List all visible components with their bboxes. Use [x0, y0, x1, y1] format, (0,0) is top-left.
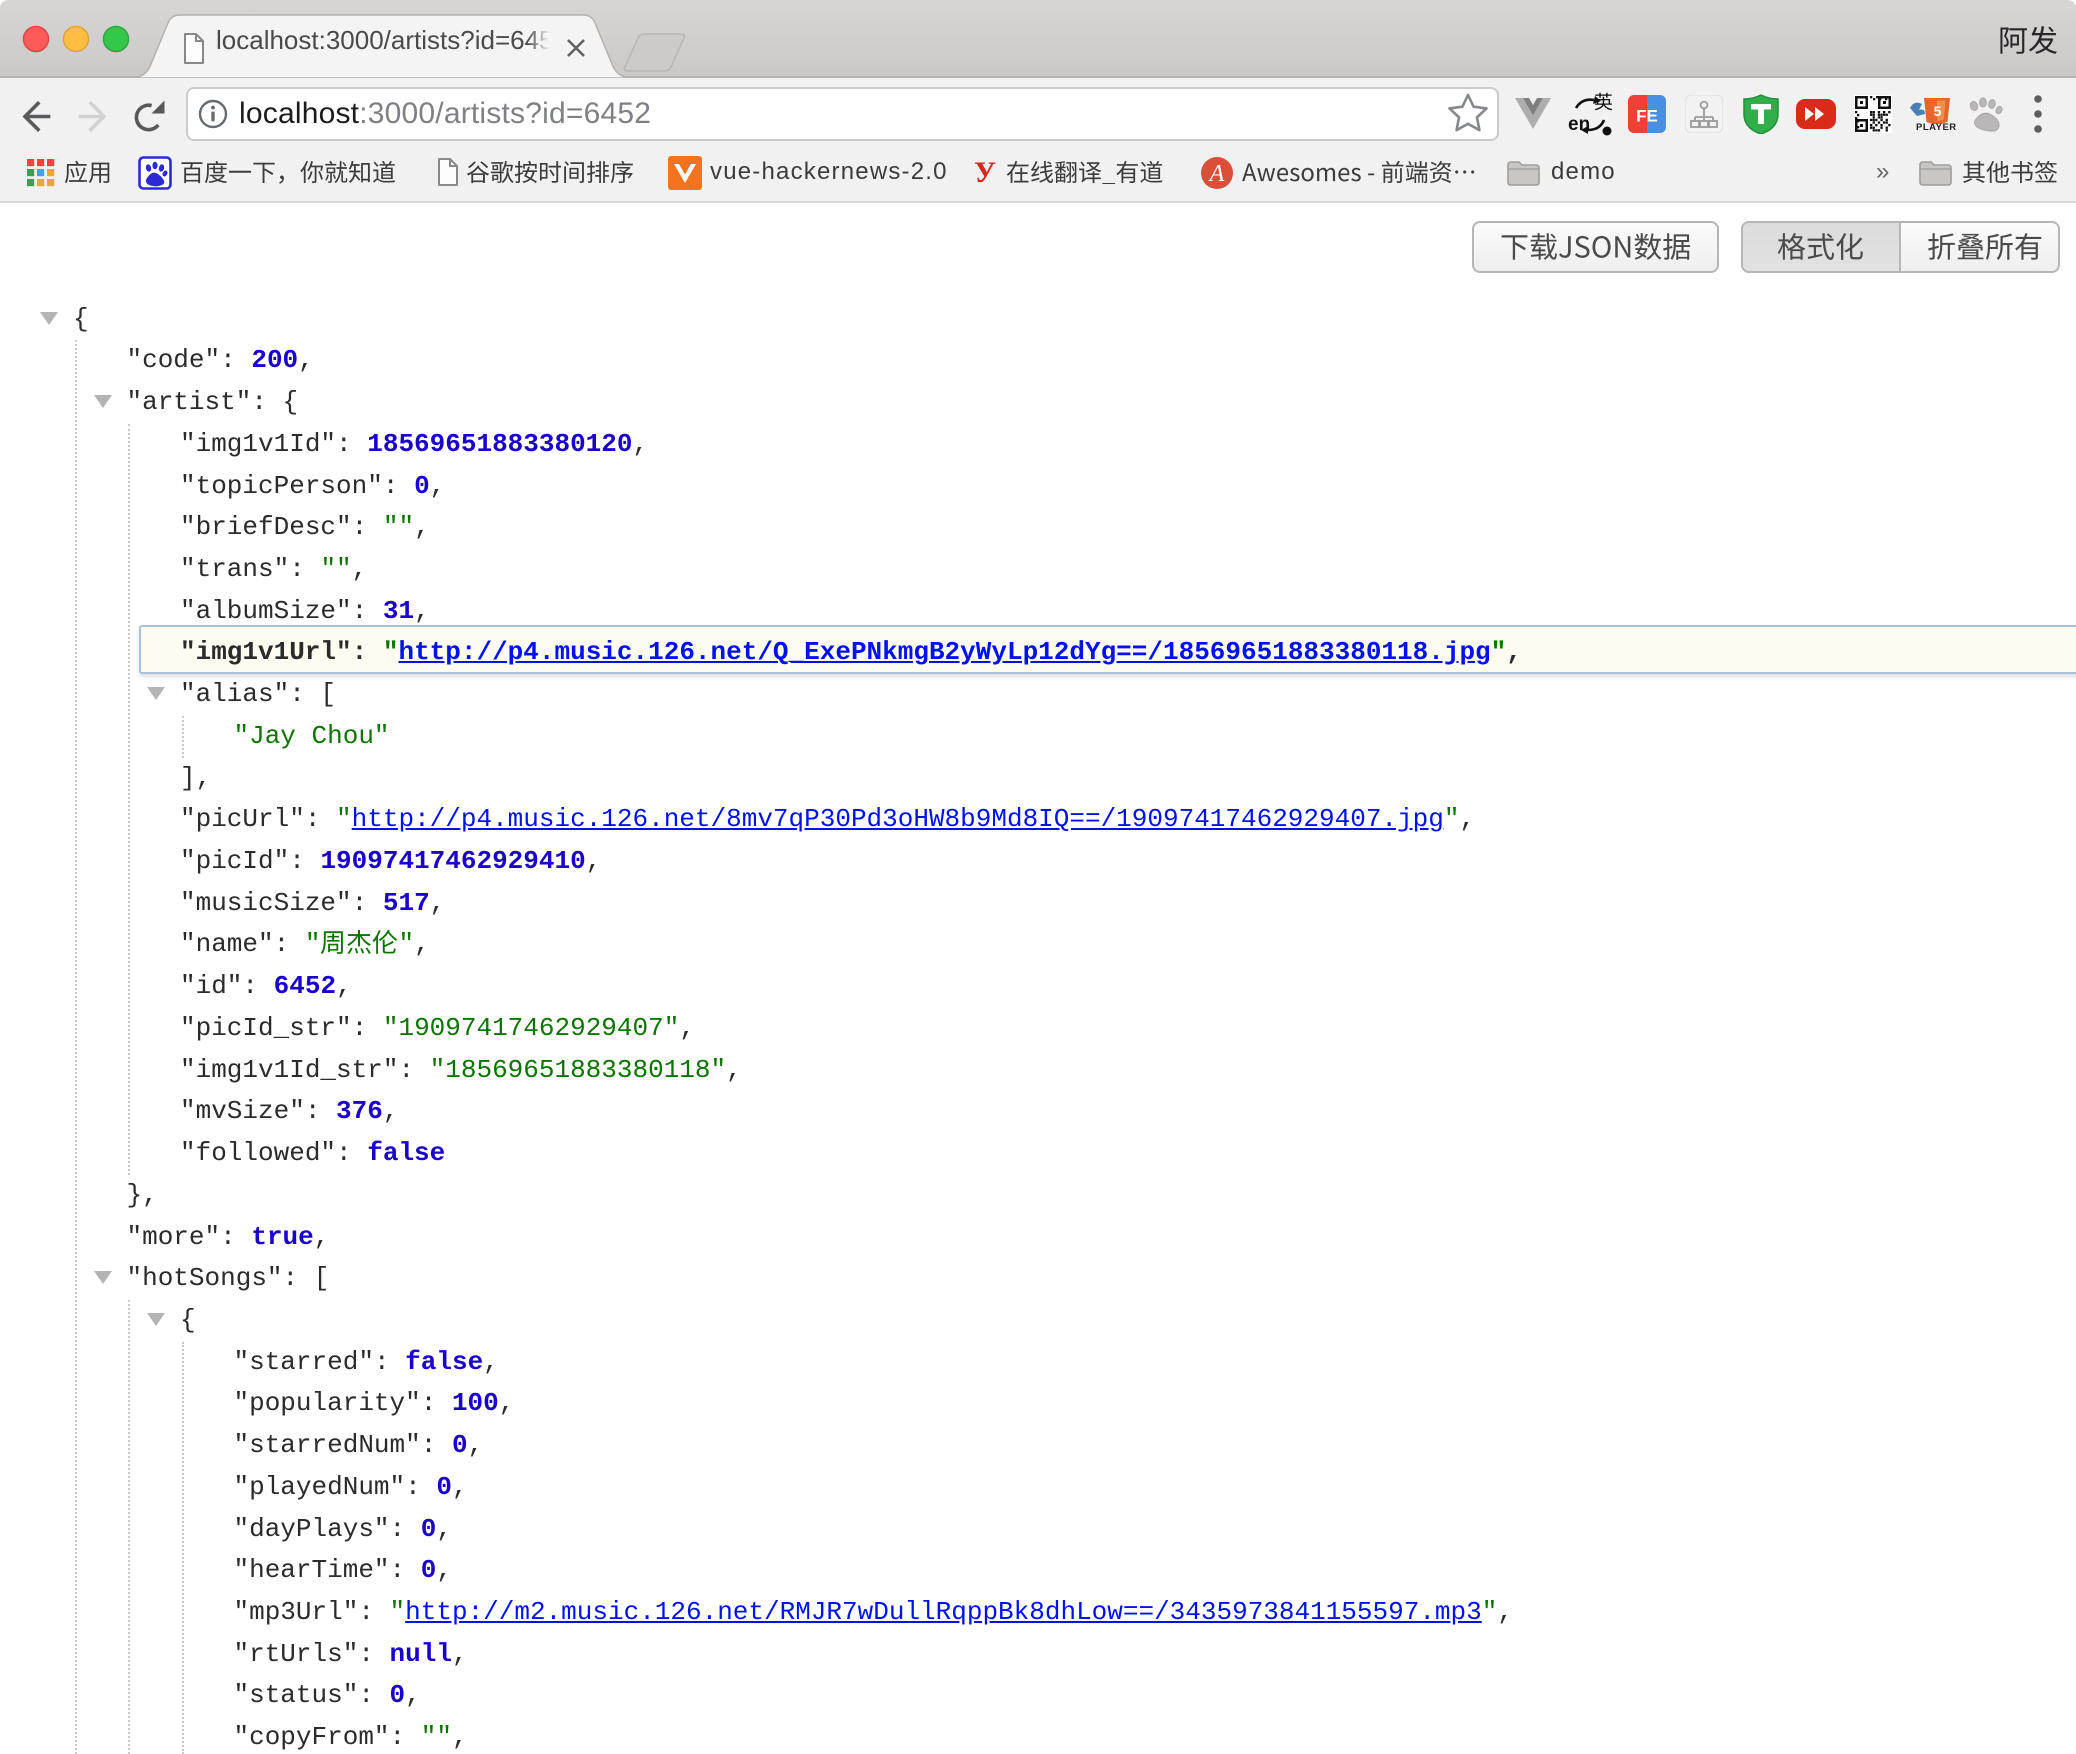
- svg-text:У: У: [974, 156, 996, 188]
- svg-text:5: 5: [1934, 103, 1942, 119]
- svg-text:A: A: [1208, 161, 1225, 187]
- svg-text:FE: FE: [1636, 107, 1658, 126]
